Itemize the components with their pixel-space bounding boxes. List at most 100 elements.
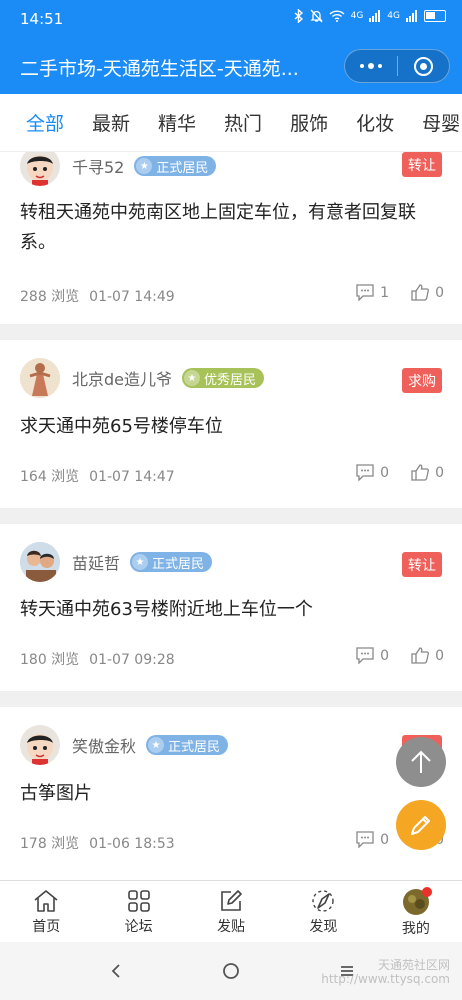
post-meta: 164 浏览 01-07 14:47 [20,466,175,486]
comment-button[interactable]: 1 [356,284,389,301]
system-icons: 4G 4G [294,9,446,23]
post-title[interactable]: 古筝图片 [20,779,442,809]
page-title: 二手市场-天通苑生活区-天通苑... [20,58,299,80]
comment-button[interactable]: 0 [356,831,389,848]
tab-hot[interactable]: 热门 [224,109,262,136]
like-count: 0 [435,284,444,301]
nav-label: 首页 [32,919,61,935]
nav-label: 论坛 [124,919,153,935]
tab-featured[interactable]: 精华 [158,109,196,136]
comment-button[interactable]: 0 [356,464,389,481]
wifi-icon [329,10,345,22]
post-actions: 0 0 [334,464,444,481]
view-count: 164 浏览 [20,469,80,485]
post-title[interactable]: 求天通中苑65号楼停车位 [20,412,442,442]
scroll-to-top-button[interactable] [396,737,446,787]
more-dots-icon [359,63,382,69]
status-time: 14:51 [20,10,64,28]
arrow-up-icon [411,750,431,773]
comment-icon [356,831,374,848]
post-time: 01-06 18:53 [89,836,175,852]
post-time: 01-07 09:28 [89,652,175,668]
star-icon: ★ [148,737,165,753]
battery-icon [424,10,446,22]
avatar[interactable] [20,725,60,765]
close-miniprogram-button[interactable] [398,50,450,82]
like-count: 0 [435,647,444,664]
signal-icon [406,10,417,22]
new-post-button[interactable] [396,800,446,850]
cartoon-boy-avatar-icon [27,155,53,186]
post-title[interactable]: 转天通中苑63号楼附近地上车位一个 [20,595,442,625]
nav-discover[interactable]: 发现 [277,881,369,942]
tab-all[interactable]: 全部 [26,109,64,136]
nav-label: 发现 [309,919,338,935]
author-name[interactable]: 笑傲金秋 [72,733,136,757]
person-photo-avatar-icon [20,358,60,398]
comment-icon [356,464,374,481]
avatar[interactable] [20,542,60,582]
post-meta: 288 浏览 01-07 14:49 [20,286,175,306]
tab-makeup[interactable]: 化妆 [356,109,394,136]
signal-label-1: 4G [350,11,364,21]
nav-post[interactable]: 发贴 [185,881,277,942]
avatar[interactable] [20,358,60,398]
compass-icon [312,890,335,912]
post-card[interactable]: 笑傲金秋 ★正式居民 转让 古筝图片 178 浏览01-06 18:53 0 0 [0,707,462,880]
like-button[interactable]: 0 [411,464,444,481]
thumbs-up-icon [411,647,430,664]
post-card[interactable]: 苗延哲 ★ 正式居民 转让 转天通中苑63号楼附近地上车位一个 180 浏览 01-… [0,524,462,691]
circle-home-icon [223,963,239,979]
home-system-button[interactable] [219,959,243,983]
tab-clothing[interactable]: 服饰 [290,109,328,136]
avatar[interactable] [20,152,60,186]
notification-dot [422,887,433,897]
post-title[interactable]: 转租天通苑中苑南区地上固定车位，有意者回复联系。 [20,198,442,258]
category-tabs: 全部 最新 精华 热门 服饰 化妆 母婴 [0,94,462,152]
miniprogram-capsule [344,49,450,83]
level-text: 正式居民 [156,160,209,176]
status-bar: 14:51 4G 4G [0,0,462,38]
edit-icon [221,890,242,911]
comment-count: 1 [380,284,390,301]
post-card[interactable]: 北京de造儿爷 ★ 优秀居民 求购 求天通中苑65号楼停车位 164 浏览 01-0… [0,340,462,508]
like-button[interactable]: 0 [411,284,444,301]
nav-forum[interactable]: 论坛 [92,881,184,942]
comment-icon [356,284,374,301]
like-button[interactable]: 0 [411,647,444,664]
tab-latest[interactable]: 最新 [92,109,130,136]
back-chevron-icon [111,964,120,978]
pencil-icon [411,816,430,835]
level-text: 优秀居民 [204,372,257,388]
star-icon: ★ [184,370,201,386]
nav-label: 发贴 [217,919,246,935]
comment-button[interactable]: 0 [356,647,389,664]
system-nav-bar: 天通苑社区网 http://www.ttysq.com [0,942,462,1000]
more-button[interactable] [345,50,397,82]
couple-photo-avatar-icon [20,542,60,582]
author-name[interactable]: 千寻52 [72,154,124,178]
nav-label: 我的 [401,921,430,937]
watermark-line: 天通苑社区网 [377,958,450,972]
cartoon-boy-avatar-icon [27,734,53,765]
signal-icon [369,10,381,22]
post-actions: 0 0 [334,647,444,664]
trade-tag: 转让 [402,152,442,177]
tab-baby[interactable]: 母婴 [422,109,460,136]
comment-count: 0 [380,647,390,664]
trade-tag: 转让 [402,552,442,577]
mute-bell-icon [310,9,323,23]
post-meta: 178 浏览 01-06 18:53 [20,833,175,853]
nav-home[interactable]: 首页 [0,881,92,942]
back-button[interactable] [104,959,128,983]
author-name[interactable]: 北京de造儿爷 [72,366,172,390]
level-text: 正式居民 [168,739,221,755]
post-feed: 千寻52 ★ 正式居民 转让 转租天通苑中苑南区地上固定车位，有意者回复联系。 2… [0,152,462,880]
nav-me[interactable]: 我的 [370,881,462,942]
post-card[interactable]: 千寻52 ★ 正式居民 转让 转租天通苑中苑南区地上固定车位，有意者回复联系。 2… [0,152,462,324]
target-icon [413,56,433,76]
thumbs-up-icon [411,284,430,301]
post-time: 01-07 14:47 [89,469,175,485]
author-name[interactable]: 苗延哲 [72,550,120,574]
view-count: 180 浏览 [20,652,80,668]
